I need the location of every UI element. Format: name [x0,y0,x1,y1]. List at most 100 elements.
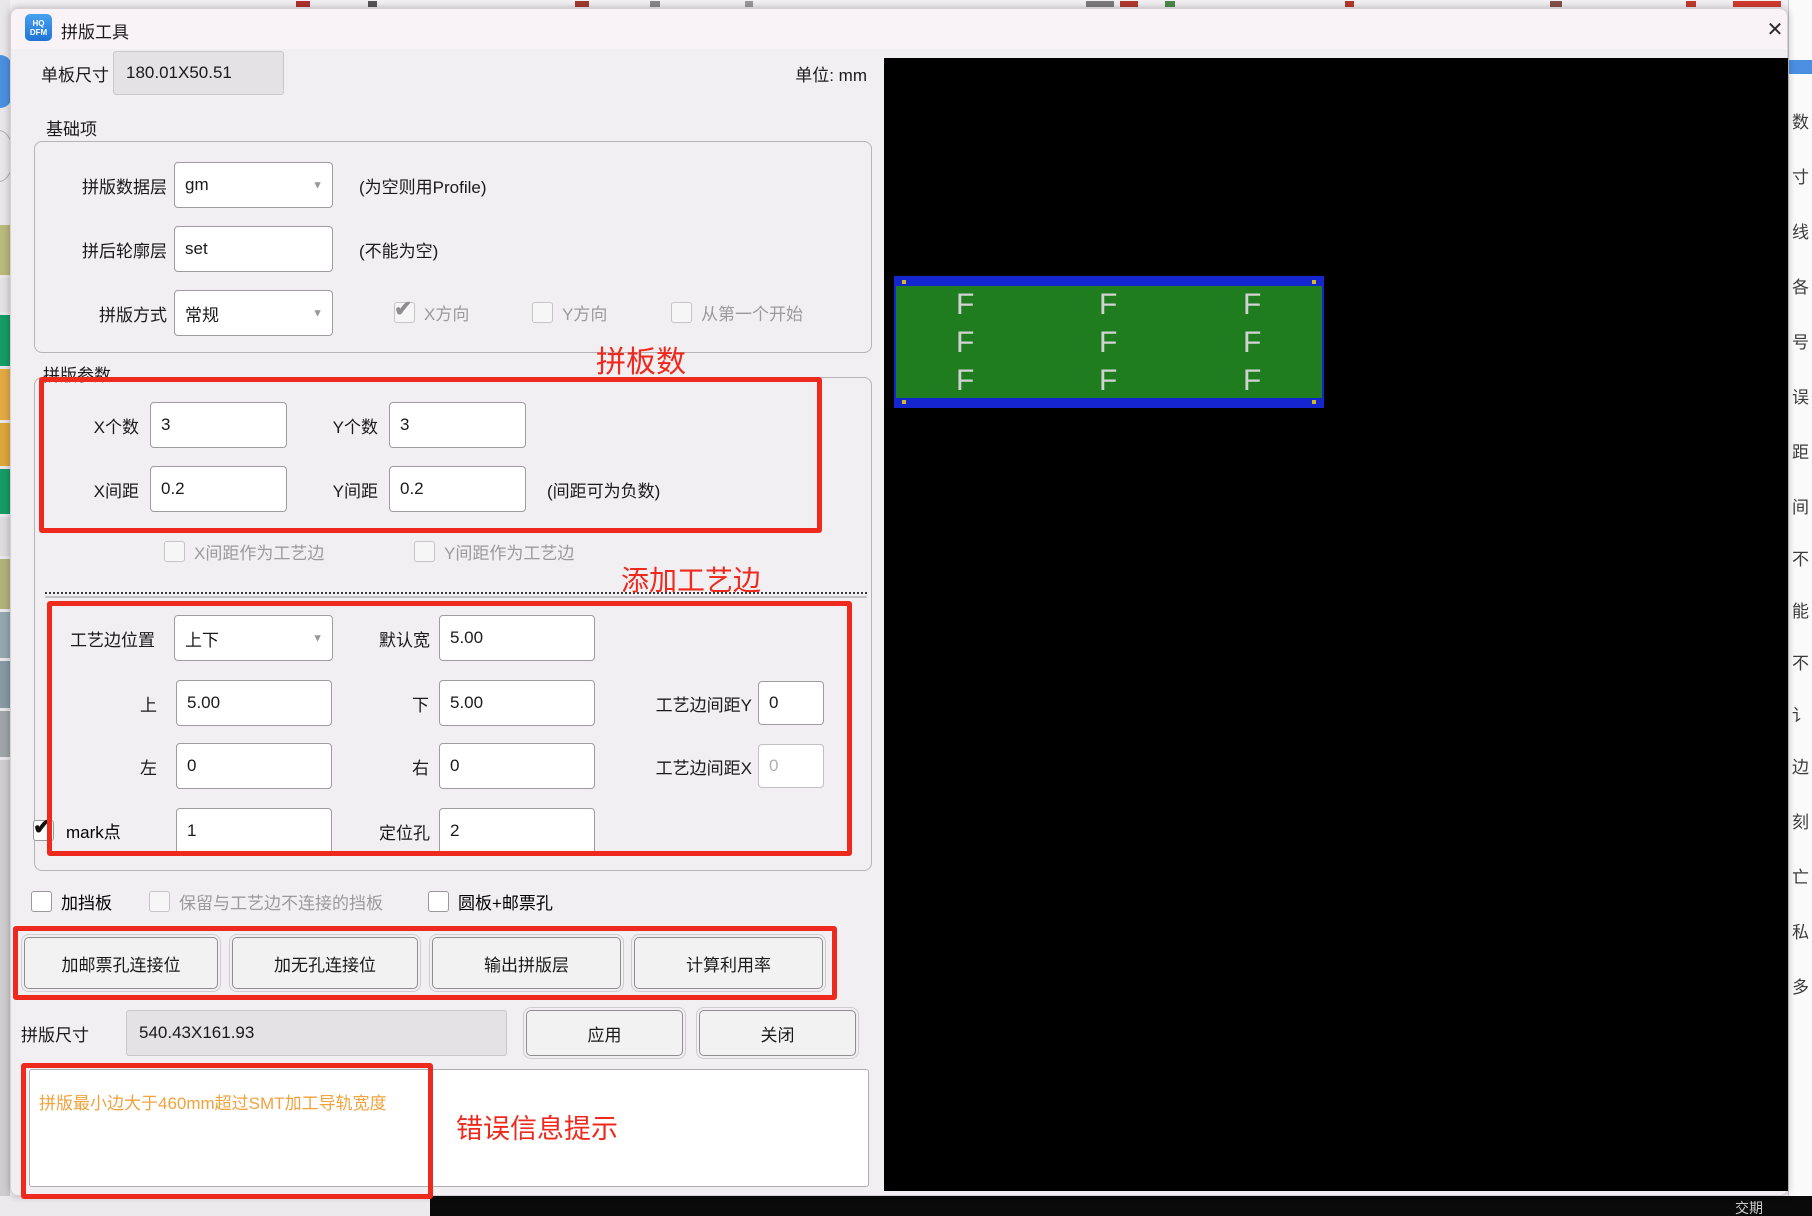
y-gap-as-rail-checkbox[interactable] [414,541,435,562]
toolbar-fragment [575,1,589,7]
data-layer-hint: (为空则用Profile) [359,162,487,208]
x-direction-label: X方向 [424,302,469,323]
data-layer-combobox[interactable]: gm ▼ [174,162,333,208]
mark-point-checkbox[interactable]: ✔ [33,820,54,841]
clipped-char: 私 [1792,918,1812,943]
layer-swatch [0,278,10,312]
error-message: 拼版最小边大于460mm超过SMT加工导轨宽度 [39,1089,387,1114]
clipped-char: 距 [1792,438,1812,463]
app-logo-icon: HQ DFM [25,14,52,41]
outline-layer-label: 拼后轮廓层 [57,226,167,272]
rail-right-label: 右 [379,743,429,789]
layer-swatch [0,711,10,757]
clipped-char: 不 [1792,649,1812,674]
y-gap-label: Y间距 [278,466,378,512]
app-logo-line1: HQ [33,19,45,28]
default-width-input[interactable] [439,615,595,661]
toolbar-fragment [1686,1,1696,7]
layer-swatch [0,760,10,1196]
locate-hole-input[interactable] [439,808,595,854]
message-panel [29,1069,869,1187]
mode-value: 常规 [185,301,219,326]
rail-gap-y-label: 工艺边间距Y [642,680,752,726]
y-direction-checkbox[interactable] [532,302,553,323]
x-gap-input[interactable] [150,466,287,512]
y-gap-input[interactable] [389,466,526,512]
rail-gap-x-label: 工艺边间距X [642,743,752,789]
panel-size-label: 拼版尺寸 [21,1010,111,1056]
from-first-checkbox[interactable] [671,302,692,323]
add-stamp-hole-button[interactable]: 加邮票孔连接位 [24,937,218,989]
clipped-char: 寸 [1792,163,1812,188]
add-board-label: 加挡板 [61,891,112,912]
close-icon[interactable]: ✕ [1759,14,1791,44]
rail-left-label: 左 [107,743,157,789]
clipped-char: 能 [1792,597,1812,622]
clipped-char: 多 [1792,973,1812,998]
rail-left-input[interactable] [176,743,332,789]
x-count-label: X个数 [39,402,139,448]
x-gap-as-rail-checkbox[interactable] [164,541,185,562]
from-first-label: 从第一个开始 [701,302,803,323]
toolbar-fragment [1733,1,1781,7]
board-cell: F [956,366,974,396]
annotation-panel-count: 拼板数 [596,337,686,381]
background-layer-list-sliver [0,0,10,1216]
layer-swatch [0,517,10,556]
fiducial-dot [902,280,906,284]
y-direction-label: Y方向 [562,302,607,323]
board-cell: F [956,290,974,320]
rail-top-input[interactable] [176,680,332,726]
y-count-input[interactable] [389,402,526,448]
layer-swatch [0,612,10,658]
keep-board-checkbox[interactable] [149,891,170,912]
chevron-down-icon: ▼ [312,632,323,644]
clipped-char: 各 [1792,273,1812,298]
board-cell: F [1243,290,1261,320]
toolbar-fragment [1165,1,1175,7]
round-board-checkbox[interactable] [428,891,449,912]
layer-swatch [0,423,10,466]
mark-point-input[interactable] [176,808,332,854]
toolbar-fragment [1345,1,1354,7]
clipped-char: 亡 [1792,863,1812,888]
rail-bottom-label: 下 [379,680,429,726]
dialog-titlebar[interactable] [11,9,1787,49]
board-cell: F [1099,328,1117,358]
data-layer-label: 拼版数据层 [57,162,167,208]
status-bar-text: 交期 [1735,1198,1763,1216]
rail-pos-combobox[interactable]: 上下 ▼ [174,615,333,661]
output-panel-layer-button[interactable]: 输出拼版层 [432,937,621,989]
rail-gap-x-input[interactable] [758,744,824,788]
clipped-char: 误 [1792,383,1812,408]
apply-button[interactable]: 应用 [526,1010,683,1056]
mark-point-label: mark点 [66,820,121,841]
calc-utilization-button[interactable]: 计算利用率 [634,937,823,989]
x-count-input[interactable] [150,402,287,448]
rail-right-input[interactable] [439,743,595,789]
close-button[interactable]: 关闭 [699,1010,856,1056]
data-layer-value: gm [185,175,209,195]
board-cell: F [956,328,974,358]
rail-gap-y-input[interactable] [758,681,824,725]
keep-board-label: 保留与工艺边不连接的挡板 [179,891,383,912]
outline-layer-input[interactable] [174,226,333,272]
fiducial-dot [1312,400,1316,404]
toolbar-fragment [1550,1,1562,7]
add-board-checkbox[interactable] [31,891,52,912]
screen: 数 寸 线 各 号 误 距 间 不 能 不 讠 边 刻 亡 私 多 交期 HQ … [0,0,1812,1216]
top-rail [896,278,1322,286]
toolbar-fragment [368,1,377,7]
x-direction-checkbox[interactable]: ✔ [394,302,415,323]
layer-swatch [0,559,10,609]
board-size-value: 180.01X50.51 [113,51,284,95]
board-cell: F [1243,366,1261,396]
background-status-bar [430,1196,1812,1216]
preview-canvas[interactable]: F F F F F F F F F [884,58,1788,1191]
mode-label: 拼版方式 [57,290,167,336]
add-no-hole-button[interactable]: 加无孔连接位 [232,937,418,989]
toolbar-fragment [650,1,660,7]
rail-bottom-input[interactable] [439,680,595,726]
mode-combobox[interactable]: 常规 ▼ [174,290,333,336]
y-count-label: Y个数 [278,402,378,448]
